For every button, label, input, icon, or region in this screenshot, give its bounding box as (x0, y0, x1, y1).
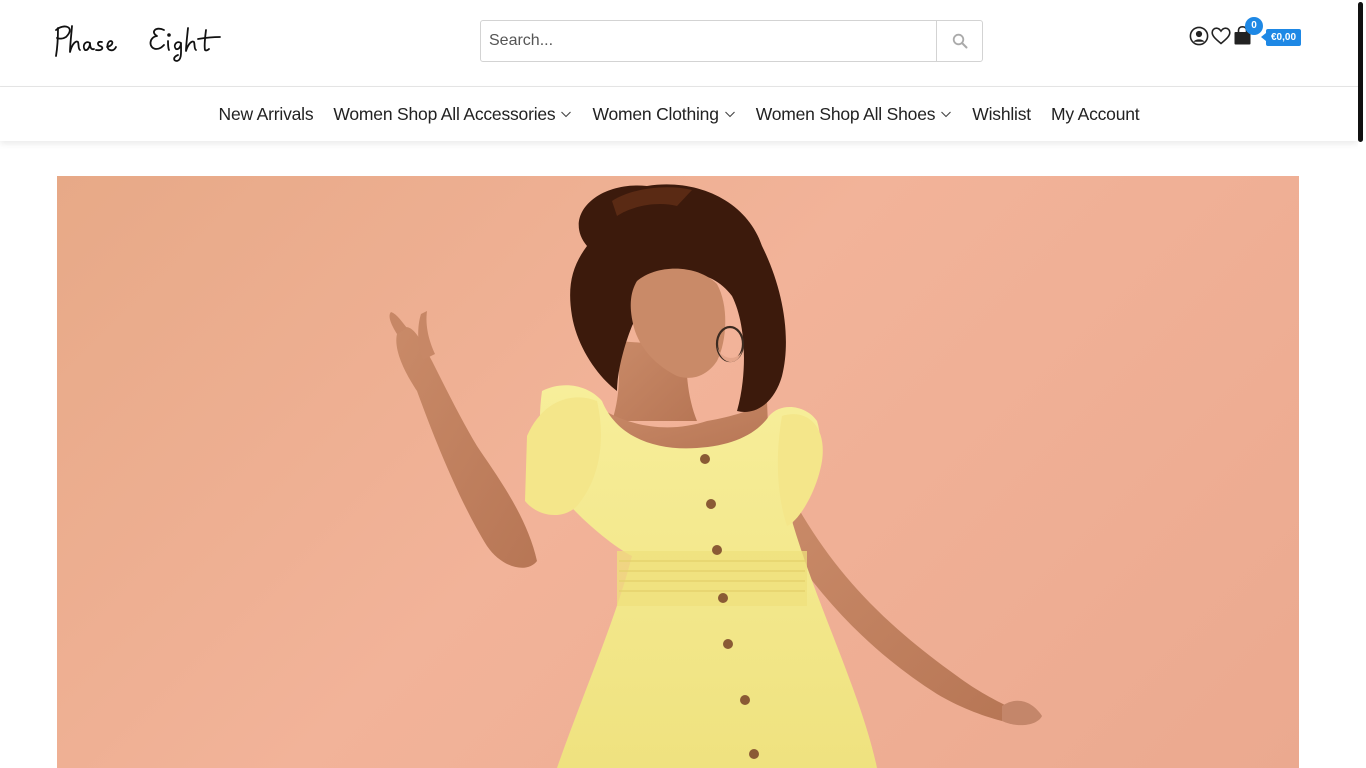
nav-item-shoes[interactable]: Women Shop All Shoes (756, 104, 953, 125)
wishlist-button[interactable] (1211, 27, 1231, 50)
phase-eight-logo-icon (55, 25, 221, 62)
nav-item-label: Women Shop All Accessories (333, 103, 556, 124)
nav-item-clothing[interactable]: Women Clothing (592, 104, 735, 125)
nav-item-label: Wishlist (972, 103, 1031, 124)
chevron-down-icon (561, 111, 572, 118)
search-icon (952, 33, 967, 49)
header-actions: 0 €0,00 (1188, 17, 1308, 51)
heart-icon (1211, 27, 1231, 45)
page-scrollbar[interactable] (1358, 0, 1366, 768)
chevron-down-icon (724, 111, 735, 118)
nav-item-new-arrivals[interactable]: New Arrivals (219, 104, 314, 125)
nav-item-wishlist[interactable]: Wishlist (972, 104, 1031, 125)
search-input[interactable] (481, 21, 936, 61)
main-navigation: New Arrivals Women Shop All Accessories … (0, 87, 1358, 141)
hero-model-image (389, 184, 1042, 768)
nav-item-label: Women Clothing (592, 103, 719, 124)
search-button[interactable] (936, 21, 982, 61)
brand-logo[interactable] (52, 20, 236, 64)
site-header: 0 €0,00 (0, 0, 1358, 87)
scrollbar-thumb[interactable] (1358, 2, 1363, 142)
chevron-down-icon (941, 111, 952, 118)
hero-banner[interactable] (57, 176, 1299, 768)
search-bar (480, 20, 983, 62)
cart-total-badge[interactable]: €0,00 (1260, 29, 1302, 46)
nav-item-my-account[interactable]: My Account (1050, 103, 1140, 125)
nav-item-label: New Arrivals (218, 103, 314, 124)
user-icon (1189, 26, 1209, 46)
nav-item-accessories[interactable]: Women Shop All Accessories (333, 104, 572, 125)
account-button[interactable] (1189, 26, 1209, 51)
nav-item-label: My Account (1050, 103, 1140, 124)
nav-item-label: Women Shop All Shoes (755, 103, 936, 124)
